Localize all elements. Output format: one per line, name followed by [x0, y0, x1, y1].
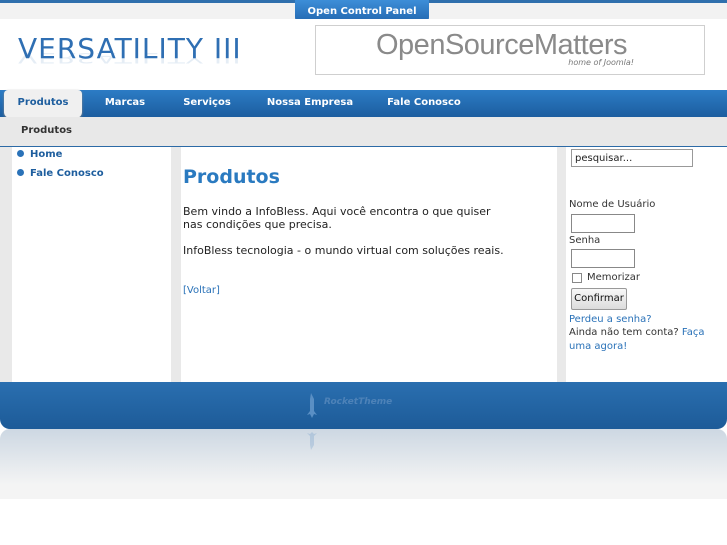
footer-brand: RocketTheme — [324, 397, 393, 407]
page-title: Produtos — [183, 166, 280, 188]
nav-item-servicos[interactable]: Serviços — [172, 90, 242, 117]
left-sidebar: Home Fale Conosco — [12, 147, 171, 382]
bullet-icon — [17, 169, 24, 176]
banner-subtitle: home of Joomla! — [568, 58, 634, 67]
search-input[interactable] — [571, 149, 693, 167]
login-submit-button[interactable]: Confirmar — [571, 288, 627, 310]
forgot-password-link[interactable]: Perdeu a senha? — [569, 313, 719, 327]
breadcrumb: Produtos — [0, 117, 727, 147]
content-paragraph: InfoBless tecnologia - o mundo virtual c… — [183, 244, 504, 257]
nav-item-fale-conosco[interactable]: Fale Conosco — [380, 90, 468, 117]
breadcrumb-current[interactable]: Produtos — [21, 125, 72, 136]
sidebar-item-label: Home — [30, 149, 63, 160]
username-field[interactable] — [571, 214, 635, 233]
rocket-icon — [307, 432, 317, 450]
nav-item-marcas[interactable]: Marcas — [92, 90, 158, 117]
password-label: Senha — [569, 235, 601, 246]
right-sidebar: Nome de Usuário Senha Memorizar Confirma… — [566, 147, 727, 382]
content-paragraph: Bem vindo a InfoBless. Aqui você encontr… — [183, 205, 491, 231]
username-label: Nome de Usuário — [569, 199, 656, 210]
main-navigation: Produtos Marcas Serviços Nossa Empresa F… — [0, 90, 727, 118]
remember-checkbox[interactable] — [572, 273, 582, 283]
opensourcematters-banner[interactable]: OpenSourceMatters home of Joomla! — [315, 25, 705, 75]
rockettheme-logo-reflection — [307, 432, 317, 450]
site-logo-reflection: VERSATILITY III — [18, 49, 242, 67]
nav-item-produtos[interactable]: Produtos — [4, 90, 82, 118]
bullet-icon — [17, 150, 24, 157]
back-link[interactable]: [Voltar] — [183, 285, 220, 296]
sidebar-item-fale-conosco[interactable]: Fale Conosco — [17, 168, 104, 179]
content-area: Produtos Bem vindo a InfoBless. Aqui voc… — [181, 147, 557, 382]
remember-label: Memorizar — [587, 272, 641, 283]
register-text: Ainda não tem conta? Faça uma agora! — [569, 326, 719, 354]
rocket-icon — [307, 393, 317, 418]
nav-item-nossa-empresa[interactable]: Nossa Empresa — [262, 90, 358, 117]
no-account-text: Ainda não tem conta? — [569, 327, 679, 338]
password-field[interactable] — [571, 249, 635, 268]
sidebar-item-home[interactable]: Home — [17, 149, 62, 160]
sidebar-item-label: Fale Conosco — [30, 168, 104, 179]
